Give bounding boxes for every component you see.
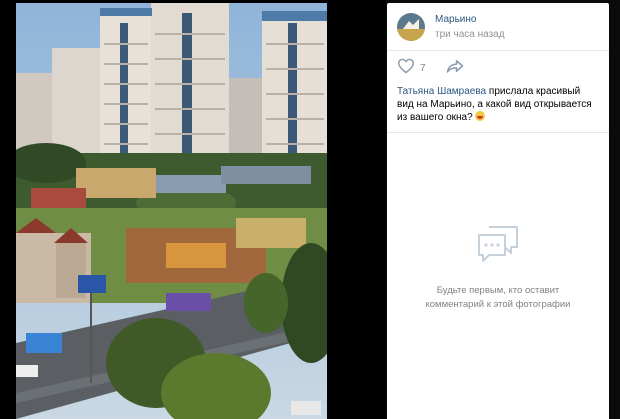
like-count: 7 — [420, 62, 426, 74]
photo-viewer — [0, 0, 386, 419]
grinning-face-emoji — [475, 111, 486, 121]
like-button[interactable]: 7 — [397, 58, 426, 79]
post-photo[interactable] — [16, 3, 327, 419]
post-author: Марьино три часа назад — [387, 3, 609, 51]
share-button[interactable] — [446, 59, 464, 78]
comments-empty-state: Будьте первым, кто оставит комментарий к… — [387, 223, 609, 312]
post-sidebar: Марьино три часа назад 7 Татьяна Шамраев… — [387, 3, 609, 419]
comment-bubble-icon — [387, 223, 609, 270]
post-caption: Татьяна Шамраева прислала красивый вид н… — [387, 85, 609, 133]
author-name-link[interactable]: Марьино — [435, 12, 505, 27]
empty-comments-line-2: комментарий к этой фотографии — [425, 299, 571, 310]
post-actions: 7 — [387, 51, 609, 85]
caption-mention-link[interactable]: Татьяна Шамраева — [397, 86, 486, 97]
avatar[interactable] — [397, 12, 425, 41]
post-time[interactable]: три часа назад — [435, 27, 505, 42]
share-arrow-icon — [446, 59, 464, 78]
heart-icon — [397, 58, 415, 79]
empty-comments-line-1: Будьте первым, кто оставит — [436, 285, 560, 296]
